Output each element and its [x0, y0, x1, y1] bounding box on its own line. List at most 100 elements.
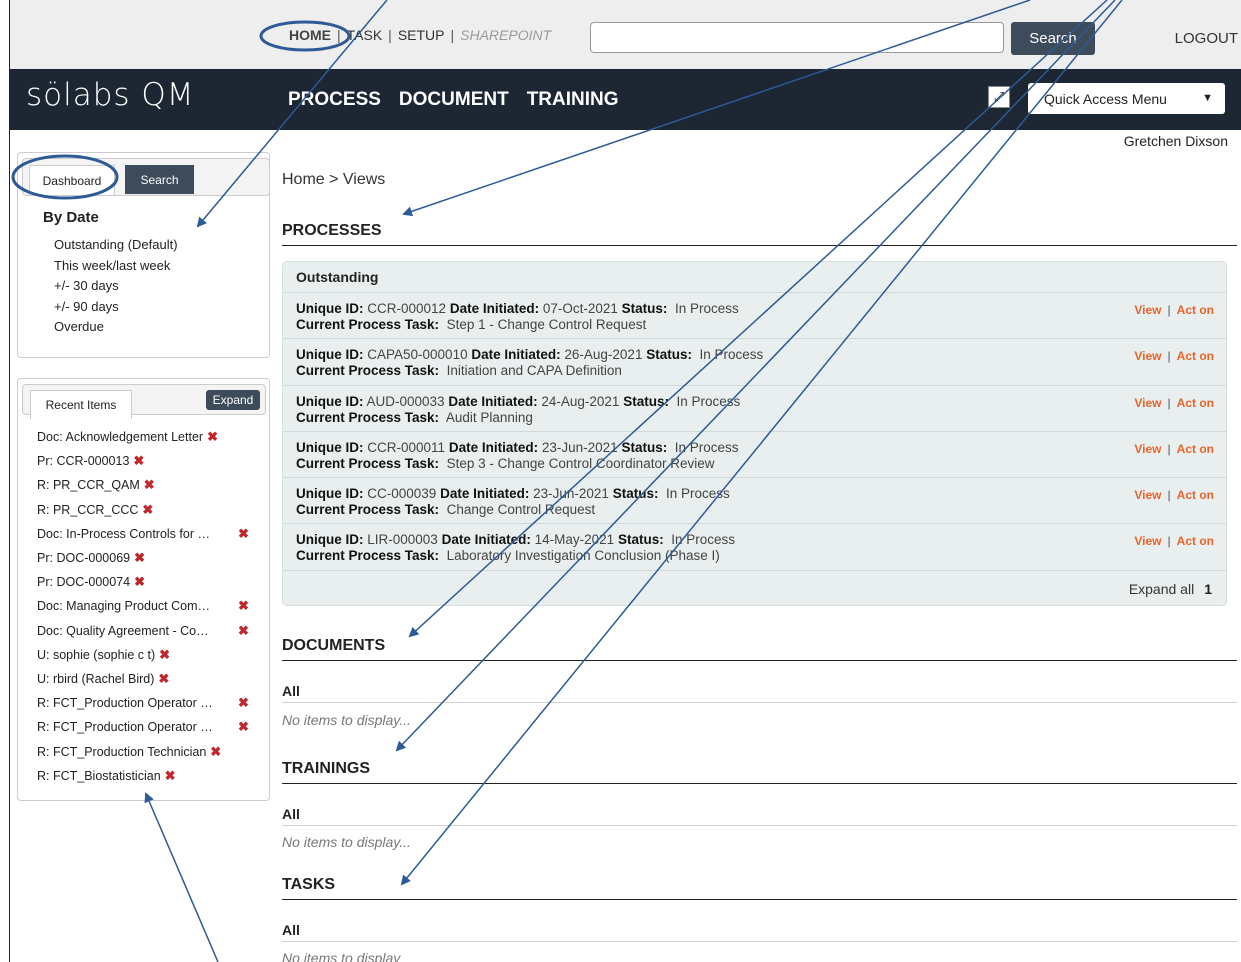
- recent-item-label[interactable]: Doc: Acknowledgement Letter: [37, 430, 203, 444]
- unique-id-value: AUD-000033: [366, 393, 445, 409]
- recent-item-label[interactable]: R: FCT_Biostatistician: [37, 769, 161, 783]
- recent-item[interactable]: Pr: DOC-000069 ✖: [37, 546, 221, 570]
- logout-link[interactable]: LOGOUT: [1175, 30, 1238, 47]
- nav-home-link[interactable]: HOME: [289, 27, 331, 43]
- act-on-link[interactable]: Act on: [1177, 395, 1214, 411]
- recent-item[interactable]: Doc: Acknowledgement Letter ✖: [37, 425, 221, 449]
- documents-empty-text: No items to display...: [282, 712, 411, 728]
- unique-id-value: LIR-000003: [367, 532, 438, 548]
- top-nav: HOME | TASK | SETUP | SHAREPOINT: [289, 27, 551, 43]
- remove-icon[interactable]: ✖: [165, 768, 176, 784]
- remove-icon[interactable]: ✖: [238, 526, 249, 542]
- expand-button[interactable]: Expand: [206, 390, 260, 410]
- unique-id-value: CCR-000011: [367, 439, 446, 455]
- date-initiated-value: 26-Aug-2021: [564, 347, 643, 363]
- recent-item-label[interactable]: Doc: Quality Agreement - Co…: [37, 624, 209, 638]
- nav-setup-link[interactable]: SETUP: [398, 27, 445, 43]
- row-actions: View | Act on: [1134, 302, 1214, 318]
- recent-item-label[interactable]: R: FCT_Production Operator …: [37, 720, 213, 734]
- nav-training[interactable]: TRAINING: [527, 89, 619, 111]
- recent-item-label[interactable]: U: sophie (sophie c t): [37, 648, 155, 662]
- status-label: Status:: [617, 532, 664, 548]
- filter-overdue[interactable]: Overdue: [54, 317, 178, 338]
- date-initiated-label: Date Initiated:: [440, 486, 530, 502]
- remove-icon[interactable]: ✖: [238, 598, 249, 614]
- dashboard-tabbar: Dashboard Search: [22, 158, 270, 196]
- page-number[interactable]: 1: [1204, 581, 1212, 597]
- view-link[interactable]: View: [1134, 302, 1161, 318]
- nav-task-link[interactable]: TASK: [347, 27, 383, 43]
- remove-icon[interactable]: ✖: [238, 719, 249, 735]
- remove-icon[interactable]: ✖: [210, 744, 221, 760]
- solabs-qm-logo[interactable]: sölabs QM: [26, 77, 195, 113]
- filter-30-days[interactable]: +/- 30 days: [54, 276, 178, 297]
- remove-icon[interactable]: ✖: [134, 574, 145, 590]
- nav-process[interactable]: PROCESS: [288, 89, 381, 111]
- recent-item[interactable]: Pr: CCR-000013 ✖: [37, 449, 221, 473]
- recent-item[interactable]: R: PR_CCR_CCC ✖: [37, 498, 221, 522]
- recent-item-label[interactable]: Pr: DOC-000074: [37, 575, 130, 589]
- process-row: Unique ID: CCR-000012 Date Initiated: 07…: [283, 293, 1226, 340]
- search-button[interactable]: Search: [1011, 22, 1095, 55]
- remove-icon[interactable]: ✖: [134, 550, 145, 566]
- nav-sharepoint-link[interactable]: SHAREPOINT: [460, 27, 551, 43]
- current-task-label: Current Process Task:: [296, 502, 440, 518]
- filter-outstanding[interactable]: Outstanding (Default): [54, 235, 178, 256]
- view-link[interactable]: View: [1134, 533, 1161, 549]
- recent-item-label[interactable]: U: rbird (Rachel Bird): [37, 672, 154, 686]
- filter-this-week[interactable]: This week/last week: [54, 256, 178, 277]
- remove-icon[interactable]: ✖: [142, 502, 153, 518]
- popout-icon[interactable]: ⤢: [988, 86, 1010, 108]
- recent-item[interactable]: Doc: In-Process Controls for … ✖: [37, 522, 249, 546]
- recent-item[interactable]: R: FCT_Production Operator … ✖: [37, 691, 249, 715]
- act-on-link[interactable]: Act on: [1177, 441, 1214, 457]
- tasks-empty-text: No items to display: [282, 950, 401, 962]
- recent-item-label[interactable]: Pr: CCR-000013: [37, 454, 129, 468]
- global-search-input[interactable]: [590, 22, 1004, 53]
- tab-search[interactable]: Search: [125, 165, 194, 194]
- recent-items-panel: Recent Items Expand Doc: Acknowledgement…: [17, 378, 270, 801]
- tab-dashboard[interactable]: Dashboard: [29, 165, 115, 195]
- recent-item[interactable]: Doc: Managing Product Com… ✖: [37, 594, 249, 618]
- recent-item-label[interactable]: Doc: In-Process Controls for …: [37, 527, 210, 541]
- recent-item[interactable]: R: FCT_Biostatistician ✖: [37, 764, 221, 788]
- view-link[interactable]: View: [1134, 395, 1161, 411]
- remove-icon[interactable]: ✖: [238, 623, 249, 639]
- status-value: In Process: [671, 532, 735, 548]
- recent-item[interactable]: U: rbird (Rachel Bird) ✖: [37, 667, 221, 691]
- expand-all-link[interactable]: Expand all: [1129, 581, 1194, 597]
- remove-icon[interactable]: ✖: [238, 695, 249, 711]
- recent-item[interactable]: R: FCT_Production Operator … ✖: [37, 715, 249, 739]
- recent-item-label[interactable]: Pr: DOC-000069: [37, 551, 130, 565]
- act-on-link[interactable]: Act on: [1177, 487, 1214, 503]
- recent-item[interactable]: R: PR_CCR_QAM ✖: [37, 473, 221, 497]
- recent-item-label[interactable]: R: FCT_Production Operator …: [37, 696, 213, 710]
- filter-90-days[interactable]: +/- 90 days: [54, 297, 178, 318]
- remove-icon[interactable]: ✖: [144, 477, 155, 493]
- remove-icon[interactable]: ✖: [159, 647, 170, 663]
- quick-access-menu-select[interactable]: Quick Access Menu ▼: [1028, 83, 1225, 114]
- view-link[interactable]: View: [1134, 348, 1161, 364]
- recent-item[interactable]: R: FCT_Production Technician ✖: [37, 739, 221, 763]
- recent-item-label[interactable]: R: PR_CCR_QAM: [37, 478, 140, 492]
- tab-recent-items[interactable]: Recent Items: [30, 390, 132, 419]
- act-on-link[interactable]: Act on: [1177, 533, 1214, 549]
- view-link[interactable]: View: [1134, 441, 1161, 457]
- action-separator: |: [1167, 303, 1171, 317]
- remove-icon[interactable]: ✖: [158, 671, 169, 687]
- dashboard-panel: Dashboard Search By Date Outstanding (De…: [17, 152, 270, 358]
- recent-item[interactable]: Pr: DOC-000074 ✖: [37, 570, 221, 594]
- remove-icon[interactable]: ✖: [207, 429, 218, 445]
- act-on-link[interactable]: Act on: [1177, 302, 1214, 318]
- remove-icon[interactable]: ✖: [133, 453, 144, 469]
- recent-item[interactable]: Doc: Quality Agreement - Co… ✖: [37, 619, 249, 643]
- view-link[interactable]: View: [1134, 487, 1161, 503]
- date-initiated-label: Date Initiated:: [448, 439, 539, 455]
- recent-item-label[interactable]: Doc: Managing Product Com…: [37, 599, 210, 613]
- nav-document[interactable]: DOCUMENT: [399, 89, 509, 111]
- recent-item[interactable]: U: sophie (sophie c t) ✖: [37, 643, 221, 667]
- status-label: Status:: [621, 301, 668, 316]
- recent-item-label[interactable]: R: PR_CCR_CCC: [37, 503, 138, 517]
- recent-item-label[interactable]: R: FCT_Production Technician: [37, 745, 206, 759]
- act-on-link[interactable]: Act on: [1177, 348, 1214, 364]
